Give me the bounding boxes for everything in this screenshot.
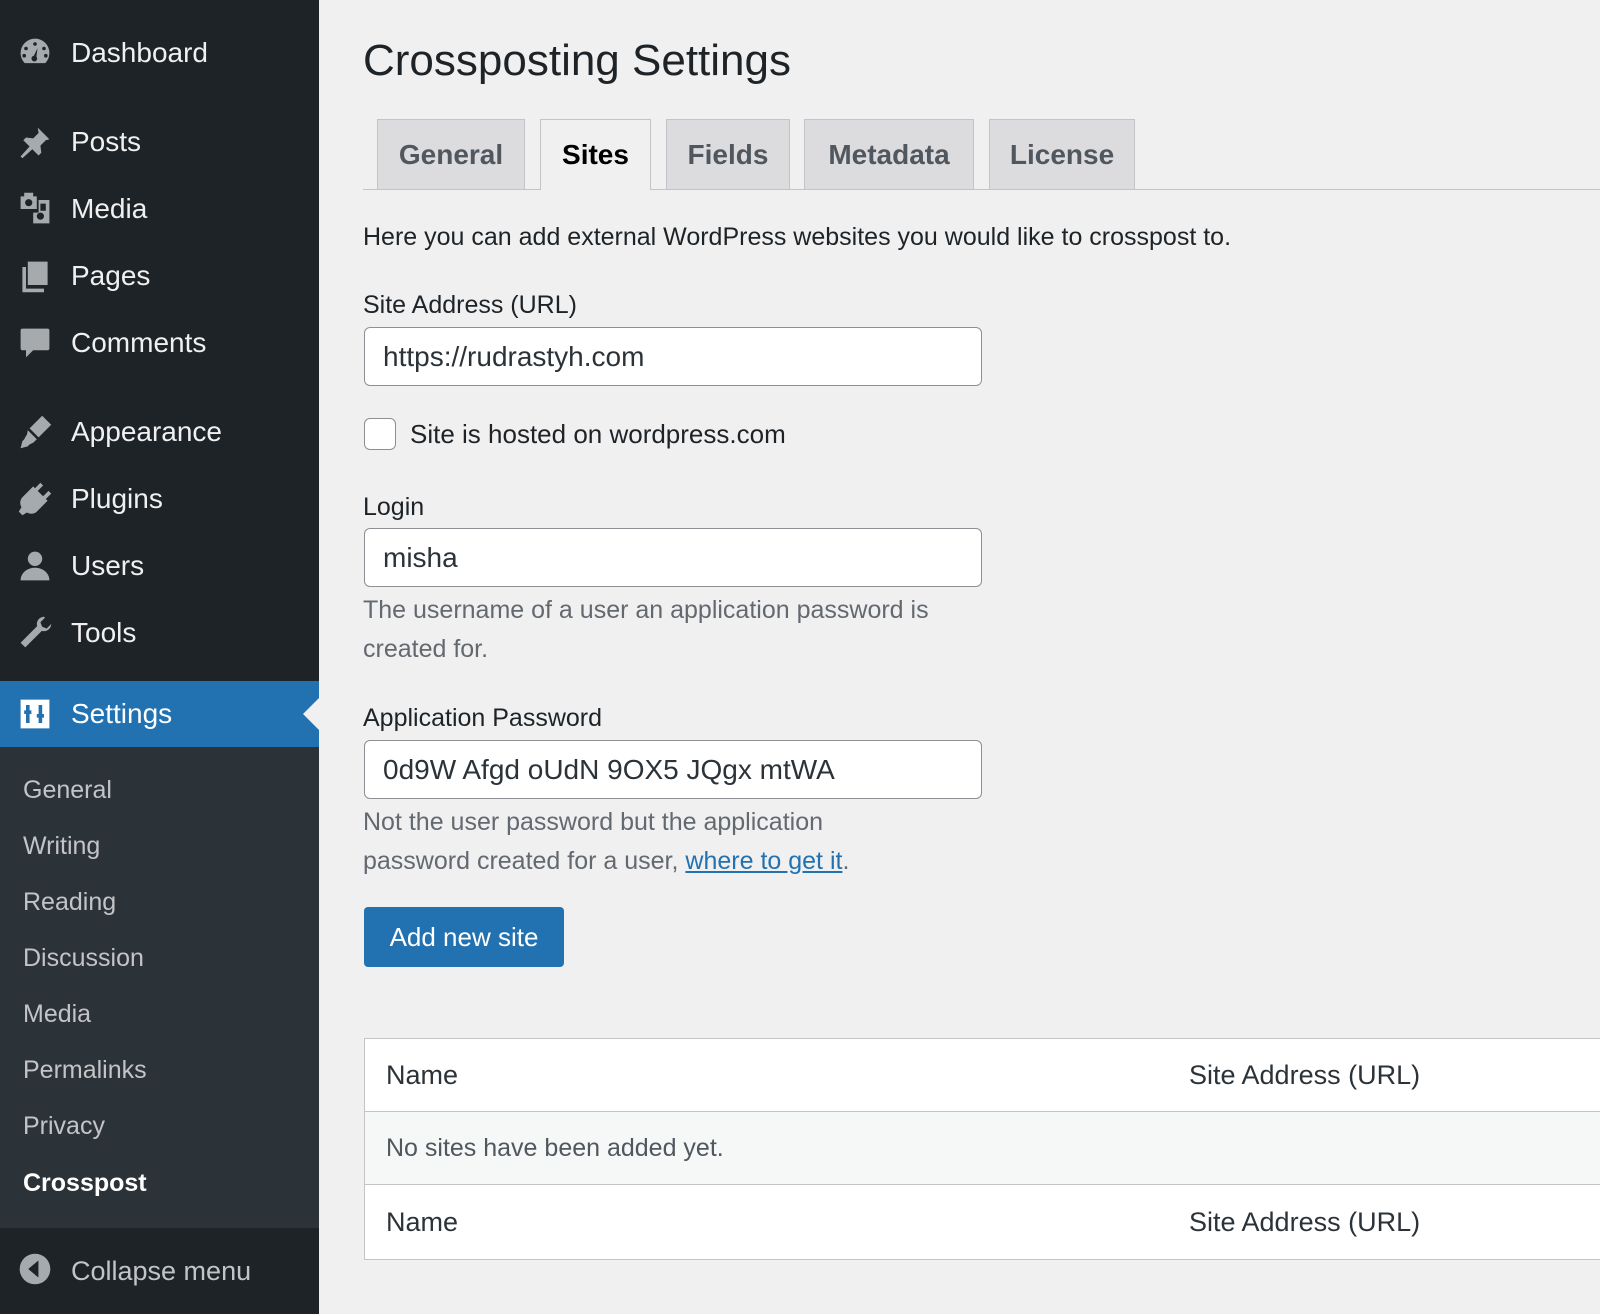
- submenu-item-general[interactable]: General: [23, 775, 112, 805]
- tab-general[interactable]: General: [377, 119, 525, 189]
- pages-icon: [17, 258, 53, 294]
- menu-item-label: Posts: [71, 126, 142, 157]
- user-icon: [17, 548, 53, 584]
- comment-icon: [17, 325, 53, 361]
- login-description: The username of a user an application pa…: [363, 596, 929, 663]
- dashboard-icon: [17, 35, 53, 71]
- page-title: Crossposting Settings: [363, 36, 791, 85]
- sites-table: Name Site Address (URL) No sites have be…: [364, 1038, 1600, 1260]
- column-footer-site-url: Site Address (URL): [1189, 1207, 1421, 1237]
- wpcom-checkbox-label[interactable]: Site is hosted on wordpress.com: [410, 419, 786, 449]
- collapse-menu-button[interactable]: Collapse menu: [0, 1228, 319, 1314]
- submenu-item-reading[interactable]: Reading: [23, 887, 116, 917]
- collapse-menu-label: Collapse menu: [71, 1255, 252, 1286]
- login-label: Login: [363, 493, 425, 521]
- collapse-arrow-icon: [18, 1252, 52, 1286]
- menu-item-media[interactable]: Media: [0, 177, 319, 241]
- site-url-label: Site Address (URL): [363, 291, 577, 319]
- app-password-label: Application Password: [363, 704, 603, 732]
- submenu-item-discussion[interactable]: Discussion: [23, 943, 144, 973]
- submenu-item-privacy[interactable]: Privacy: [23, 1111, 105, 1141]
- login-input[interactable]: [364, 528, 982, 587]
- tab-fields[interactable]: Fields: [666, 119, 790, 189]
- submenu-item-writing[interactable]: Writing: [23, 831, 100, 861]
- empty-table-message: No sites have been added yet.: [386, 1134, 724, 1162]
- app-password-description-end: .: [842, 847, 850, 875]
- menu-item-pages[interactable]: Pages: [0, 244, 319, 308]
- settings-icon: [17, 696, 53, 732]
- intro-text: Here you can add external WordPress webs…: [363, 223, 1232, 251]
- column-header-site-url: Site Address (URL): [1189, 1060, 1421, 1090]
- pin-icon: [17, 124, 53, 160]
- app-password-description: Not the user password but the applicatio…: [363, 803, 923, 881]
- table-row: No sites have been added yet.: [365, 1112, 1600, 1185]
- menu-item-settings[interactable]: Settings: [0, 681, 319, 747]
- column-header-name: Name: [386, 1060, 459, 1090]
- submenu-item-media[interactable]: Media: [23, 999, 91, 1029]
- menu-item-label: Settings: [71, 698, 173, 729]
- plug-icon: [17, 481, 53, 517]
- column-footer-name: Name: [386, 1207, 459, 1237]
- site-url-input[interactable]: [364, 327, 982, 386]
- menu-item-dashboard[interactable]: Dashboard: [0, 21, 319, 85]
- menu-item-tools[interactable]: Tools: [0, 601, 319, 665]
- menu-item-label: Appearance: [71, 416, 223, 447]
- media-icon: [17, 191, 53, 227]
- brush-icon: [17, 414, 53, 450]
- menu-item-label: Media: [71, 193, 148, 224]
- tab-metadata[interactable]: Metadata: [804, 119, 974, 189]
- where-to-get-it-link[interactable]: where to get it: [685, 847, 842, 875]
- menu-item-users[interactable]: Users: [0, 534, 319, 598]
- menu-item-label: Dashboard: [71, 37, 208, 68]
- tab-license[interactable]: License: [989, 119, 1135, 189]
- app-password-input[interactable]: [364, 740, 982, 799]
- table-header-row: Name Site Address (URL): [365, 1039, 1600, 1112]
- add-new-site-button[interactable]: Add new site: [364, 907, 564, 967]
- menu-item-comments[interactable]: Comments: [0, 311, 319, 375]
- admin-sidebar: Dashboard Posts Media Pages Comments App…: [0, 0, 319, 1314]
- submenu-item-crosspost[interactable]: Crosspost: [23, 1168, 147, 1198]
- menu-item-plugins[interactable]: Plugins: [0, 467, 319, 531]
- menu-item-label: Pages: [71, 260, 151, 291]
- menu-item-label: Users: [71, 550, 145, 581]
- menu-item-label: Comments: [71, 327, 207, 358]
- menu-item-label: Tools: [71, 617, 137, 648]
- wrench-icon: [17, 615, 53, 651]
- settings-submenu: General Writing Reading Discussion Media…: [0, 747, 319, 1228]
- menu-item-label: Plugins: [71, 483, 163, 514]
- submenu-item-permalinks[interactable]: Permalinks: [23, 1055, 147, 1085]
- table-footer-row: Name Site Address (URL): [365, 1186, 1600, 1258]
- current-indicator-arrow: [303, 698, 319, 730]
- wpcom-checkbox[interactable]: [364, 418, 396, 450]
- tab-sites[interactable]: Sites: [540, 119, 651, 190]
- main-content: Crossposting Settings General Sites Fiel…: [319, 0, 1600, 1314]
- menu-item-posts[interactable]: Posts: [0, 110, 319, 174]
- menu-item-appearance[interactable]: Appearance: [0, 400, 319, 464]
